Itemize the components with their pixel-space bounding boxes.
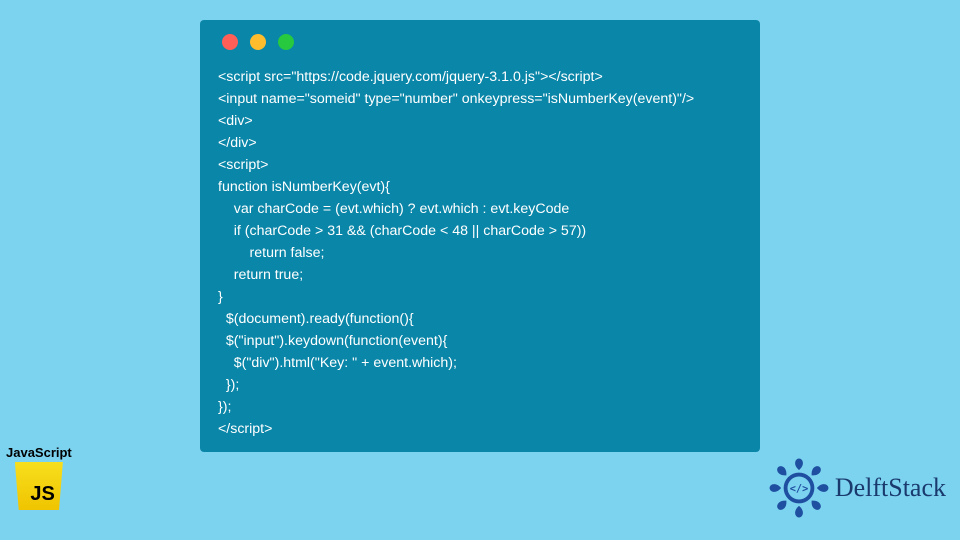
javascript-badge: JavaScript JS [6,445,72,510]
delftstack-brand: </> DelftStack [767,456,946,520]
javascript-label: JavaScript [6,445,72,460]
javascript-logo-icon: JS [15,462,63,510]
close-icon [222,34,238,50]
code-block: <script src="https://code.jquery.com/jqu… [218,66,742,440]
delftstack-logo-icon: </> [767,456,831,520]
window-controls [222,34,742,50]
minimize-icon [250,34,266,50]
delftstack-name: DelftStack [835,473,946,503]
svg-text:</>: </> [790,483,809,495]
code-window: <script src="https://code.jquery.com/jqu… [200,20,760,452]
javascript-logo-text: JS [30,483,54,506]
maximize-icon [278,34,294,50]
